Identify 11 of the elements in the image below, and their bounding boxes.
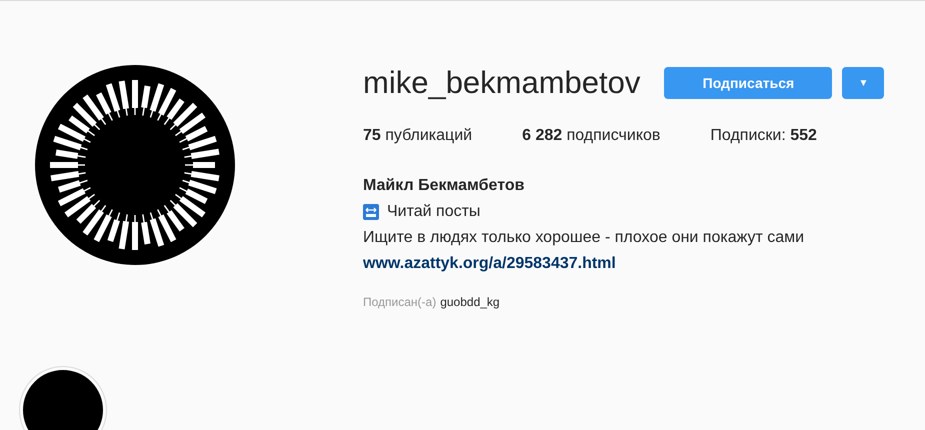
highlight-thumbnail[interactable]	[20, 367, 106, 430]
website-link[interactable]: www.azattyk.org/a/29583437.html	[363, 255, 616, 273]
follower-username[interactable]: guobdd_kg	[440, 295, 500, 309]
full-name: Майкл Бекмамбетов	[363, 177, 526, 195]
stat-count[interactable]: Подписки: 552	[710, 127, 817, 145]
stat-count[interactable]: 6 282 подписчиков	[522, 127, 660, 145]
stat-count[interactable]: 75 публикаций	[363, 127, 472, 145]
username: mike_bekmambetov	[363, 65, 640, 101]
bio-text: Ищите в людях только хорошее - плохое они покажут сами	[363, 229, 804, 247]
bio-text: Читай посты	[387, 203, 480, 221]
followed-by-label: Подписан(-а)	[363, 295, 436, 309]
